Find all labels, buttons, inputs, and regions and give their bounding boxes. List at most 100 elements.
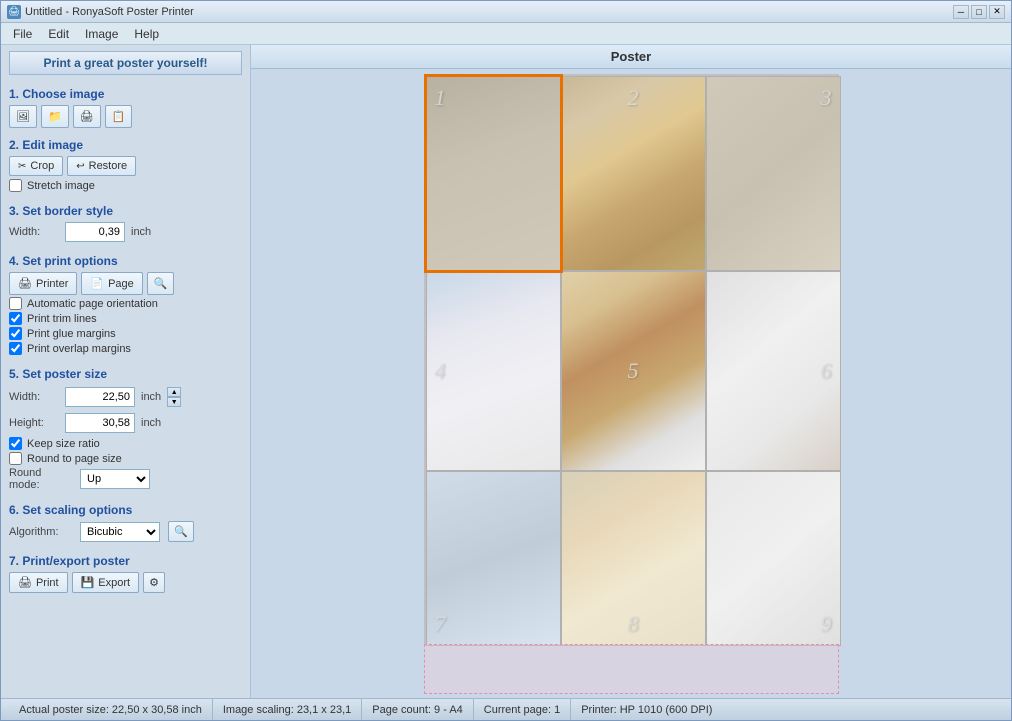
- poster-width-label: Width:: [9, 391, 59, 403]
- section-print-options: 4. Set print options 🖨 Printer 📄 Page 🔍: [9, 250, 242, 357]
- cell-label-7: 7: [435, 611, 446, 637]
- poster-height-label: Height:: [9, 417, 59, 429]
- section-choose-image: 1. Choose image 🖼 📁 🖨 📋: [9, 83, 242, 128]
- stretch-row: Stretch image: [9, 179, 242, 192]
- clipboard-icon: 📋: [112, 110, 126, 123]
- round-mode-label: Round mode:: [9, 467, 74, 491]
- maximize-button[interactable]: □: [971, 5, 987, 19]
- round-mode-row: Round mode: Up Down Nearest: [9, 467, 242, 491]
- poster-visual: 1 2 3: [424, 74, 839, 644]
- open-file-button[interactable]: 🖼: [9, 105, 37, 128]
- status-actual-size: Actual poster size: 22,50 x 30,58 inch: [9, 699, 213, 720]
- round-page-label: Round to page size: [27, 453, 122, 465]
- auto-orient-checkbox[interactable]: [9, 297, 22, 310]
- poster-cell-6[interactable]: 6: [706, 271, 841, 471]
- round-page-row: Round to page size: [9, 452, 242, 465]
- auto-orient-row: Automatic page orientation: [9, 297, 242, 310]
- poster-cell-3[interactable]: 3: [706, 76, 841, 271]
- poster-height-input[interactable]: [65, 413, 135, 433]
- close-button[interactable]: ✕: [989, 5, 1005, 19]
- export-btn-icon: 💾: [81, 576, 95, 589]
- export-settings-icon: ⚙: [149, 576, 159, 589]
- zoom-button[interactable]: 🔍: [168, 521, 194, 542]
- app-icon: 🖨: [7, 5, 21, 19]
- printer-button[interactable]: 🖨 Printer: [9, 272, 77, 295]
- poster-cell-8[interactable]: 8: [561, 471, 706, 646]
- cell-label-3: 3: [821, 85, 832, 111]
- crop-button[interactable]: ✂ Crop: [9, 156, 63, 176]
- round-mode-select[interactable]: Up Down Nearest: [80, 469, 150, 489]
- glue-margins-checkbox[interactable]: [9, 327, 22, 340]
- poster-cell-9[interactable]: 9: [706, 471, 841, 646]
- section-edit-image: 2. Edit image ✂ Crop ↩ Restore Stretch i…: [9, 134, 242, 194]
- cell-label-9: 9: [821, 611, 832, 637]
- poster-area[interactable]: 1 2 3: [251, 69, 1011, 698]
- trim-lines-label: Print trim lines: [27, 313, 97, 325]
- trim-lines-checkbox[interactable]: [9, 312, 22, 325]
- stretch-label: Stretch image: [27, 180, 95, 192]
- title-bar-left: 🖨 Untitled - RonyaSoft Poster Printer: [7, 5, 194, 19]
- crop-icon: ✂: [18, 161, 26, 172]
- round-page-checkbox[interactable]: [9, 452, 22, 465]
- poster-cell-4[interactable]: 4: [426, 271, 561, 471]
- poster-wrapper: 1 2 3: [424, 74, 839, 694]
- algorithm-select[interactable]: Bicubic Bilinear Nearest neighbor: [80, 522, 160, 542]
- overlap-margins-label: Print overlap margins: [27, 343, 131, 355]
- poster-height-field: Height: inch: [9, 413, 161, 433]
- overlap-margins-checkbox[interactable]: [9, 342, 22, 355]
- poster-cell-5[interactable]: 5: [561, 271, 706, 471]
- cell-label-8: 8: [628, 611, 639, 637]
- keep-ratio-row: Keep size ratio: [9, 437, 242, 450]
- poster-overflow: [424, 644, 839, 694]
- status-printer: Printer: HP 1010 (600 DPI): [571, 699, 722, 720]
- print-preview-button[interactable]: 🔍: [147, 272, 175, 295]
- panel-header: Print a great poster yourself!: [9, 51, 242, 75]
- edit-buttons: ✂ Crop ↩ Restore: [9, 156, 242, 176]
- poster-width-input[interactable]: [65, 387, 135, 407]
- poster-height-unit: inch: [141, 417, 161, 429]
- poster-cell-2[interactable]: 2: [561, 76, 706, 271]
- open-folder-button[interactable]: 📁: [41, 105, 69, 128]
- menu-image[interactable]: Image: [77, 25, 126, 43]
- restore-button[interactable]: ↩ Restore: [67, 156, 136, 176]
- algorithm-row: Algorithm: Bicubic Bilinear Nearest neig…: [9, 521, 242, 542]
- stretch-checkbox[interactable]: [9, 179, 22, 192]
- section-scaling: 6. Set scaling options Algorithm: Bicubi…: [9, 499, 242, 544]
- menu-edit[interactable]: Edit: [40, 25, 77, 43]
- minimize-button[interactable]: ─: [953, 5, 969, 19]
- width-up-button[interactable]: ▲: [167, 387, 181, 397]
- poster-row-3: 7 8 9: [426, 471, 841, 646]
- trim-lines-row: Print trim lines: [9, 312, 242, 325]
- print-button[interactable]: 🖨 Print: [9, 572, 68, 593]
- width-down-button[interactable]: ▼: [167, 397, 181, 407]
- page-button[interactable]: 📄 Page: [81, 272, 142, 295]
- menu-file[interactable]: File: [5, 25, 40, 43]
- keep-ratio-checkbox[interactable]: [9, 437, 22, 450]
- poster-width-unit: inch: [141, 391, 161, 403]
- print-btn-icon: 🖨: [18, 576, 32, 589]
- export-button[interactable]: 💾 Export: [72, 572, 140, 593]
- printer-icon: 🖨: [18, 277, 32, 290]
- border-width-input[interactable]: [65, 222, 125, 242]
- poster-row-2: 4 5 6: [426, 271, 841, 471]
- poster-width-field: Width: inch: [9, 387, 161, 407]
- poster-row-1: 1 2 3: [426, 76, 841, 271]
- section7-title: 7. Print/export poster: [9, 554, 242, 568]
- status-image-scaling: Image scaling: 23,1 x 23,1: [213, 699, 362, 720]
- glue-margins-label: Print glue margins: [27, 328, 116, 340]
- left-panel: Print a great poster yourself! 1. Choose…: [1, 45, 251, 698]
- menu-help[interactable]: Help: [126, 25, 167, 43]
- overlap-margins-row: Print overlap margins: [9, 342, 242, 355]
- export-settings-button[interactable]: ⚙: [143, 572, 165, 593]
- zoom-icon: 🔍: [174, 525, 188, 538]
- clipboard-button[interactable]: 📋: [105, 105, 133, 128]
- poster-cell-7[interactable]: 7: [426, 471, 561, 646]
- print-option-buttons: 🖨 Printer 📄 Page 🔍: [9, 272, 242, 295]
- page-icon: 📄: [90, 277, 104, 290]
- width-spinners: ▲ ▼: [167, 387, 181, 407]
- poster-height-row: Height: inch: [9, 411, 242, 435]
- print-export-buttons: 🖨 Print 💾 Export ⚙: [9, 572, 242, 593]
- preview-icon: 🔍: [154, 277, 168, 290]
- scan-button[interactable]: 🖨: [73, 105, 101, 128]
- poster-cell-1[interactable]: 1: [426, 76, 561, 271]
